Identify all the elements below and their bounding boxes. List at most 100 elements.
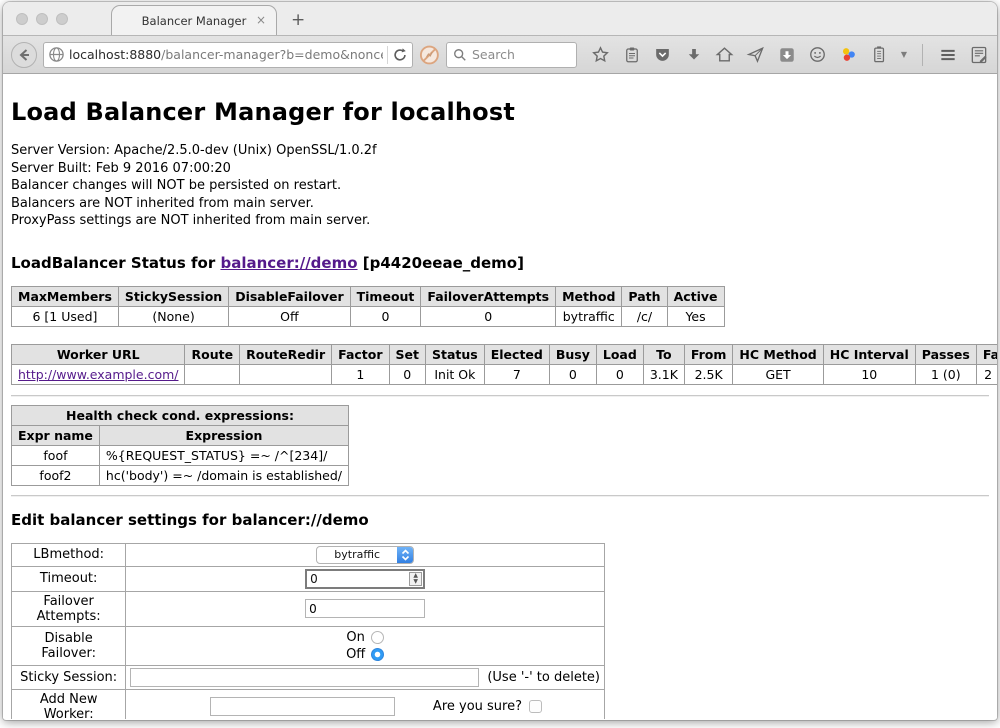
table-row: http://www.example.com/ 1 0 Init Ok 7 0 … (12, 364, 998, 384)
col-set: Set (389, 344, 425, 364)
page-title: Load Balancer Manager for localhost (11, 98, 989, 126)
col-factor: Factor (332, 344, 389, 364)
lbmethod-select[interactable]: bytraffic (316, 546, 414, 564)
persist-note: Balancer changes will NOT be persisted o… (11, 177, 989, 195)
worker-table: Worker URL Route RouteRedir Factor Set S… (11, 344, 997, 385)
col-maxmembers: MaxMembers (12, 286, 119, 306)
colored-dots-icon[interactable] (839, 45, 859, 65)
search-bar[interactable]: Search (446, 42, 577, 68)
tab-balancer-manager[interactable]: Balancer Manager × (111, 5, 277, 36)
close-window-button[interactable] (16, 13, 28, 25)
edit-settings-heading: Edit balancer settings for balancer://de… (11, 511, 989, 529)
url-bar[interactable]: localhost:8880/balancer-manager?b=demo&n… (43, 42, 413, 68)
battery-dropdown-caret-icon[interactable]: ▼ (901, 50, 907, 59)
inherit-note: Balancers are NOT inherited from main se… (11, 195, 989, 213)
downloads-icon[interactable] (684, 45, 704, 65)
table-row: 6 [1 Used] (None) Off 0 0 bytraffic /c/ … (12, 306, 725, 326)
back-arrow-icon (17, 48, 31, 62)
col-stickysession: StickySession (118, 286, 228, 306)
col-fails: Fails (976, 344, 997, 364)
disable-failover-off-radio[interactable] (371, 648, 384, 661)
page-content: Load Balancer Manager for localhost Serv… (3, 74, 997, 719)
add-new-worker-label: Add New Worker: (12, 689, 126, 719)
are-you-sure-checkbox[interactable] (529, 700, 542, 713)
col-to: To (643, 344, 684, 364)
add-new-worker-input[interactable] (210, 697, 395, 716)
disable-failover-label: Disable Failover: (12, 626, 126, 665)
col-expression: Expression (99, 425, 348, 445)
radio-on-label: On (346, 629, 364, 646)
status-heading: LoadBalancer Status for balancer://demo … (11, 254, 989, 272)
reading-list-icon[interactable] (622, 45, 642, 65)
table-row: foof2 hc('body') =~ /domain is establish… (12, 465, 349, 485)
proxypass-note: ProxyPass settings are NOT inherited fro… (11, 212, 989, 230)
health-check-table: Health check cond. expressions: Expr nam… (11, 405, 349, 486)
col-path: Path (622, 286, 667, 306)
send-tab-icon[interactable] (746, 45, 766, 65)
col-load: Load (596, 344, 643, 364)
col-worker-url: Worker URL (12, 344, 185, 364)
block-images-icon[interactable] (419, 44, 440, 66)
reload-icon[interactable] (392, 47, 408, 63)
tab-close-icon[interactable]: × (256, 14, 266, 26)
home-icon[interactable] (715, 45, 735, 65)
balancer-settings-form: LBmethod: bytraffic Timeout: 0 ▲▼ (11, 543, 605, 720)
menu-hamburger-icon[interactable] (938, 45, 958, 65)
server-built: Server Built: Feb 9 2016 07:00:20 (11, 160, 989, 178)
globe-icon[interactable] (48, 46, 65, 63)
col-hc-interval: HC Interval (823, 344, 915, 364)
toolbar-icons: ▼ (591, 44, 989, 66)
server-info: Server Version: Apache/2.5.0-dev (Unix) … (11, 142, 989, 230)
notes-icon[interactable] (969, 45, 989, 65)
col-failoverattempts: FailoverAttempts (421, 286, 556, 306)
battery-icon[interactable] (870, 45, 890, 65)
health-table-title: Health check cond. expressions: (12, 405, 349, 425)
window-controls[interactable] (16, 13, 68, 25)
col-disablefailover: DisableFailover (229, 286, 350, 306)
number-stepper-icon[interactable]: ▲▼ (409, 572, 422, 586)
col-route: Route (185, 344, 240, 364)
navigation-toolbar: localhost:8880/balancer-manager?b=demo&n… (3, 35, 997, 74)
col-active: Active (667, 286, 724, 306)
sticky-session-label: Sticky Session: (12, 665, 126, 689)
browser-window: Balancer Manager × + localhost:8880/bala… (3, 2, 997, 720)
addon-download-icon[interactable] (777, 45, 797, 65)
bookmark-star-icon[interactable] (591, 45, 611, 65)
tab-bar: Balancer Manager × + (3, 2, 997, 35)
search-placeholder: Search (472, 47, 515, 62)
sticky-session-input[interactable] (130, 668, 479, 687)
col-expr-name: Expr name (12, 425, 100, 445)
col-status: Status (426, 344, 485, 364)
disable-failover-on-radio[interactable] (371, 631, 384, 644)
zoom-window-button[interactable] (56, 13, 68, 25)
balancer-demo-link[interactable]: balancer://demo (220, 254, 357, 272)
select-arrows-icon (397, 546, 413, 564)
worker-url-link[interactable]: http://www.example.com/ (18, 367, 178, 382)
sticky-session-hint: (Use '-' to delete) (487, 670, 600, 685)
col-busy: Busy (549, 344, 596, 364)
col-passes: Passes (915, 344, 976, 364)
col-timeout: Timeout (350, 286, 421, 306)
lbmethod-label: LBmethod: (12, 543, 126, 566)
timeout-input[interactable]: 0 ▲▼ (305, 569, 425, 589)
timeout-label: Timeout: (12, 566, 126, 591)
are-you-sure-label: Are you sure? (433, 699, 522, 714)
divider (11, 395, 989, 397)
divider (11, 495, 989, 497)
server-version: Server Version: Apache/2.5.0-dev (Unix) … (11, 142, 989, 160)
new-tab-button[interactable]: + (291, 10, 305, 30)
failover-attempts-input[interactable] (305, 599, 425, 618)
pocket-icon[interactable] (653, 45, 673, 65)
tab-title: Balancer Manager (142, 14, 247, 28)
col-elected: Elected (484, 344, 549, 364)
chat-smiley-icon[interactable] (808, 45, 828, 65)
radio-off-label: Off (346, 646, 365, 663)
table-row: foof %{REQUEST_STATUS} =~ /^[234]/ (12, 445, 349, 465)
col-hc-method: HC Method (733, 344, 823, 364)
col-method: Method (556, 286, 622, 306)
col-from: From (684, 344, 733, 364)
back-button[interactable] (11, 42, 37, 68)
minimize-window-button[interactable] (36, 13, 48, 25)
url-text[interactable]: localhost:8880/balancer-manager?b=demo&n… (69, 47, 383, 62)
col-routeredir: RouteRedir (240, 344, 332, 364)
